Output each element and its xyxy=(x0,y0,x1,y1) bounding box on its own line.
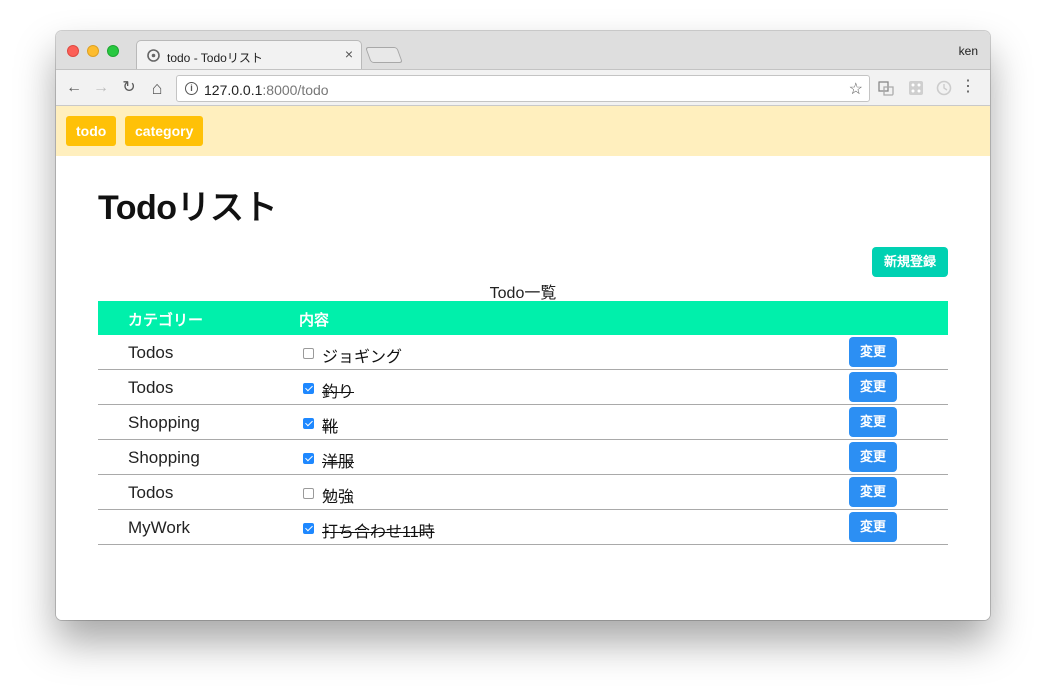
browser-window: todo - Todoリスト × ken ← → ↻ ⌂ i 127.0.0.1… xyxy=(56,31,990,620)
row-category: Todos xyxy=(128,483,174,502)
extension-grid-icon[interactable] xyxy=(908,80,924,96)
edit-button[interactable]: 変更 xyxy=(849,442,897,472)
table-row: Shopping 洋服 変更 xyxy=(98,440,948,475)
nav-category-button[interactable]: category xyxy=(125,116,204,146)
done-checkbox[interactable] xyxy=(303,453,314,464)
page-content: todo category Todoリスト 新規登録 Todo一覧 カテゴリー … xyxy=(56,106,990,620)
done-checkbox[interactable] xyxy=(303,418,314,429)
done-checkbox[interactable] xyxy=(303,488,314,499)
header-content: 内容 xyxy=(299,312,330,329)
tab-title: todo - Todoリスト xyxy=(167,51,263,65)
back-icon[interactable]: ← xyxy=(65,79,83,97)
done-checkbox[interactable] xyxy=(303,383,314,394)
edit-button[interactable]: 変更 xyxy=(849,512,897,542)
table-body: Todos ジョギング 変更 Todos 釣り 変更 Shopping 靴変更 Shopping… xyxy=(98,335,948,545)
bookmark-star-icon[interactable]: ☆ xyxy=(849,79,863,99)
profile-name[interactable]: ken xyxy=(959,44,978,58)
tab-close-icon[interactable]: × xyxy=(345,46,353,62)
reload-icon[interactable]: ↻ xyxy=(120,79,138,97)
table-header: カテゴリー 内容 xyxy=(98,301,948,335)
table-row: MyWork 打ち合わせ11時 変更 xyxy=(98,510,948,545)
url-path: :8000/todo xyxy=(262,82,329,98)
info-icon[interactable]: i xyxy=(185,82,198,95)
row-category: Todos xyxy=(128,378,174,397)
table-row: Todos 勉強 変更 xyxy=(98,475,948,510)
new-register-button[interactable]: 新規登録 xyxy=(872,247,948,277)
extension-translate-icon[interactable] xyxy=(878,80,894,96)
row-content: 靴 xyxy=(322,419,339,436)
home-icon[interactable]: ⌂ xyxy=(148,79,166,97)
browser-tab[interactable]: todo - Todoリスト × xyxy=(136,40,362,69)
done-checkbox[interactable] xyxy=(303,523,314,534)
row-content: 洋服 xyxy=(322,454,355,471)
row-category: MyWork xyxy=(128,518,191,537)
forward-icon[interactable]: → xyxy=(92,79,110,97)
extension-timer-icon[interactable] xyxy=(936,80,952,96)
row-content: ジョギング xyxy=(322,349,403,366)
new-tab-button[interactable] xyxy=(365,47,403,63)
edit-button[interactable]: 変更 xyxy=(849,372,897,402)
url-text: 127.0.0.1:8000/todo xyxy=(204,82,329,98)
row-content: 打ち合わせ11時 xyxy=(322,524,435,541)
minimize-window-button[interactable] xyxy=(87,45,99,57)
row-category: Shopping xyxy=(128,413,200,432)
page-title: Todoリスト xyxy=(98,189,278,227)
row-content: 釣り xyxy=(322,384,355,401)
edit-button[interactable]: 変更 xyxy=(849,407,897,437)
favicon-icon xyxy=(147,49,160,62)
header-category: カテゴリー xyxy=(128,312,204,329)
table-row: Todos 釣り 変更 xyxy=(98,370,948,405)
table-row: Todos ジョギング 変更 xyxy=(98,335,948,370)
browser-menu-icon[interactable]: ⋮ xyxy=(960,78,976,96)
url-host: 127.0.0.1 xyxy=(204,82,263,98)
app-navbar: todo category xyxy=(56,106,990,156)
edit-button[interactable]: 変更 xyxy=(849,477,897,507)
done-checkbox[interactable] xyxy=(303,348,314,359)
edit-button[interactable]: 変更 xyxy=(849,337,897,367)
nav-todo-button[interactable]: todo xyxy=(66,116,117,146)
zoom-window-button[interactable] xyxy=(107,45,119,57)
title-bar: todo - Todoリスト × ken xyxy=(56,31,990,69)
todo-table: カテゴリー 内容 Todos ジョギング 変更 Todos 釣り 変更 Shopping 靴変… xyxy=(98,301,948,545)
browser-toolbar: ← → ↻ ⌂ i 127.0.0.1:8000/todo ☆ ⋮ xyxy=(56,69,990,106)
close-window-button[interactable] xyxy=(67,45,79,57)
address-bar[interactable]: i 127.0.0.1:8000/todo ☆ xyxy=(176,75,870,102)
row-category: Shopping xyxy=(128,448,200,467)
row-content: 勉強 xyxy=(322,489,355,506)
row-category: Todos xyxy=(128,343,174,362)
table-caption: Todo一覧 xyxy=(489,285,557,302)
table-row: Shopping 靴 変更 xyxy=(98,405,948,440)
